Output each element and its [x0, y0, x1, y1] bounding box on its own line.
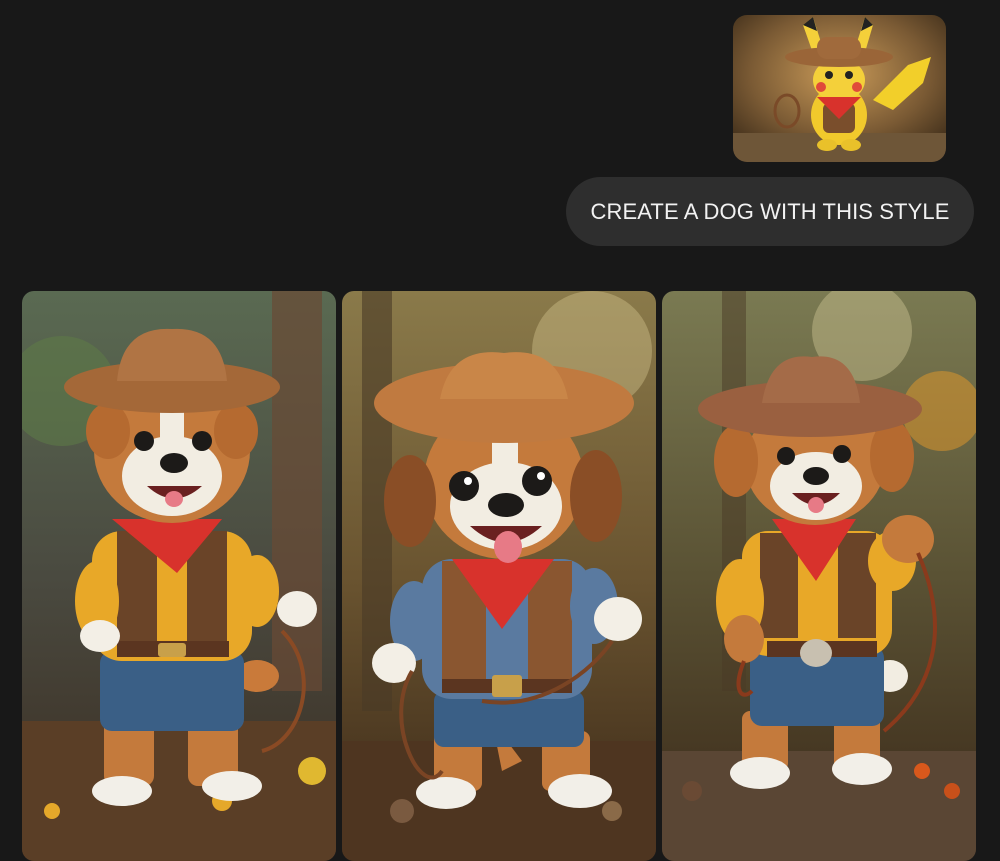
generated-image-3[interactable]: [662, 291, 976, 861]
generated-image-grid: [22, 291, 976, 861]
user-message-bubble: CREATE A DOG WITH THIS STYLE: [566, 177, 974, 246]
cowboy-dog-image-3: [662, 291, 976, 861]
chat-thread: CREATE A DOG WITH THIS STYLE: [0, 0, 1000, 861]
user-attachment-image[interactable]: [733, 15, 946, 162]
generated-image-1[interactable]: [22, 291, 336, 861]
generated-image-2[interactable]: [342, 291, 656, 861]
user-message-text: CREATE A DOG WITH THIS STYLE: [590, 199, 950, 224]
cowboy-dog-image-2: [342, 291, 656, 861]
cowboy-dog-image-1: [22, 291, 336, 861]
pikachu-cowboy-image: [733, 15, 946, 162]
